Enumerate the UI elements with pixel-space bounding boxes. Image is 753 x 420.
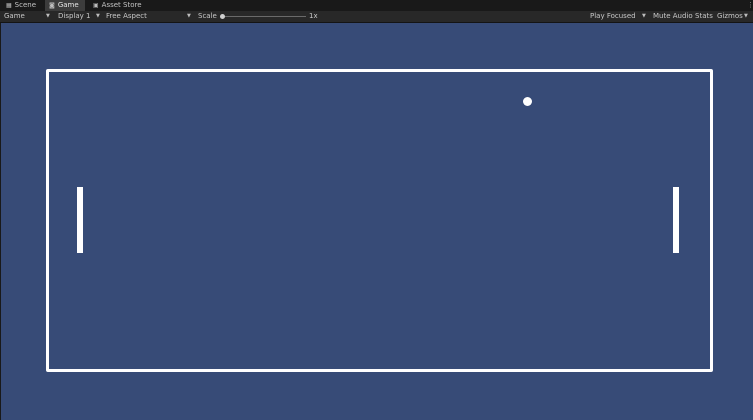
chevron-down-icon[interactable]: ▼ <box>96 11 100 22</box>
gizmos-toggle[interactable]: Gizmos <box>717 11 743 22</box>
chevron-down-icon[interactable]: ▼ <box>187 11 191 22</box>
chevron-down-icon[interactable]: ▼ <box>46 11 50 22</box>
play-mode-dropdown[interactable]: Play Focused <box>590 11 636 22</box>
arena-border <box>46 69 713 372</box>
tab-bar: ▦ Scene ◙ Game ▣ Asset Store ⋮ <box>0 0 753 11</box>
tab-scene-label: Scene <box>14 1 37 9</box>
view-type-label: Game <box>4 12 25 20</box>
right-paddle <box>673 187 679 253</box>
aspect-label: Free Aspect <box>106 12 147 20</box>
left-paddle <box>77 187 83 253</box>
scale-slider-track[interactable] <box>222 16 306 17</box>
chevron-down-icon[interactable]: ▼ <box>642 11 646 22</box>
display-dropdown[interactable]: Display 1 <box>58 11 90 22</box>
game-viewport[interactable] <box>1 23 753 420</box>
game-toolbar: Game ▼ Display 1 ▼ Free Aspect ▼ Scale 1… <box>0 11 753 23</box>
play-mode-label: Play Focused <box>590 12 636 20</box>
ball <box>523 97 532 106</box>
chevron-down-icon[interactable]: ▼ <box>744 11 748 22</box>
more-options-icon[interactable]: ⋮ <box>747 0 753 11</box>
tab-asset-store[interactable]: ▣ Asset Store <box>93 0 145 11</box>
view-type-dropdown[interactable]: Game <box>4 11 25 22</box>
mute-audio-toggle[interactable]: Mute Audio <box>653 11 693 22</box>
scale-value: 1x <box>309 12 318 20</box>
aspect-dropdown[interactable]: Free Aspect <box>106 11 147 22</box>
stats-toggle[interactable]: Stats <box>695 11 713 22</box>
tab-game[interactable]: ◙ Game <box>45 0 85 11</box>
display-label: Display 1 <box>58 12 91 20</box>
scale-label: Scale <box>198 12 217 20</box>
bag-icon: ▣ <box>93 2 99 9</box>
gamepad-icon: ◙ <box>49 2 55 9</box>
tab-asset-store-label: Asset Store <box>101 1 142 9</box>
grid-icon: ▦ <box>6 2 12 9</box>
unity-editor-window: ▦ Scene ◙ Game ▣ Asset Store ⋮ Game ▼ Di… <box>0 0 753 420</box>
tab-game-label: Game <box>57 1 79 9</box>
tab-scene[interactable]: ▦ Scene <box>6 0 40 11</box>
scale-slider-thumb[interactable] <box>220 14 225 19</box>
